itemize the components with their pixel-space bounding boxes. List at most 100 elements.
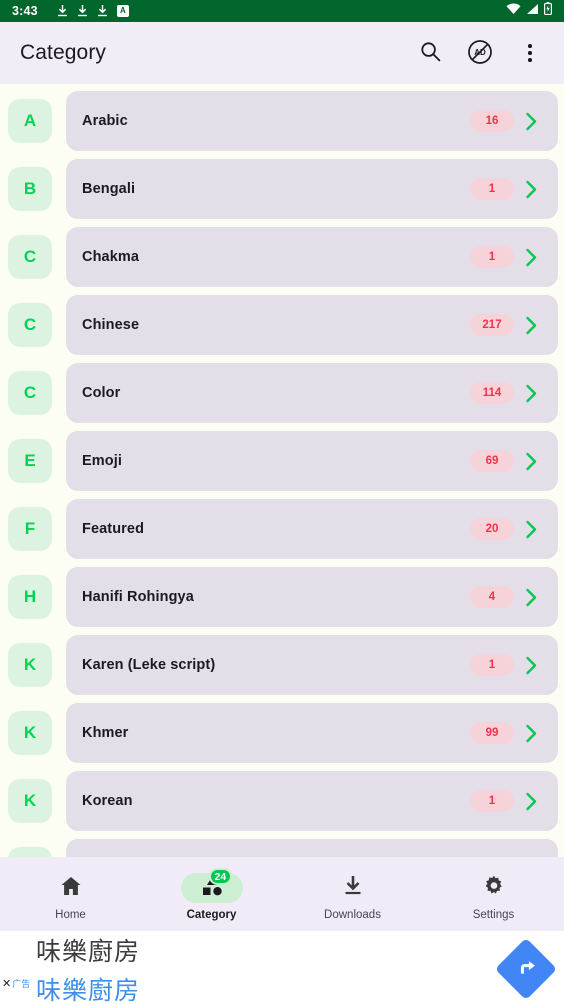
search-button[interactable] (408, 31, 452, 75)
category-row[interactable]: C Chakma 1 (0, 227, 564, 287)
category-name: Bengali (82, 181, 136, 197)
category-count-badge: 1 (470, 654, 514, 676)
nav-item-downloads[interactable]: Downloads (282, 873, 423, 921)
overflow-menu-button[interactable] (508, 31, 552, 75)
category-card[interactable]: Bengali 1 (66, 159, 558, 219)
ad-banner[interactable]: 味樂廚房 味樂廚房 ✕ 广告 (0, 931, 564, 1004)
category-count-badge: 114 (470, 382, 514, 404)
category-row[interactable]: B Bengali 1 (0, 159, 564, 219)
wifi-icon (506, 2, 521, 20)
chevron-right-icon (514, 248, 548, 267)
category-count-badge: 1 (470, 246, 514, 268)
app-badge-icon: A (116, 5, 129, 17)
category-letter-tile: K (8, 711, 52, 755)
category-row[interactable]: C Chinese 217 (0, 295, 564, 355)
download-icon (77, 5, 88, 17)
status-bar: 3:43 A (0, 0, 564, 22)
category-row[interactable]: E Emoji 69 (0, 431, 564, 491)
category-letter-tile: C (8, 235, 52, 279)
category-row[interactable] (0, 839, 564, 857)
overflow-menu-icon (528, 44, 532, 62)
category-count-badge: 16 (470, 110, 514, 132)
category-card[interactable]: Arabic 16 (66, 91, 558, 151)
category-count-badge: 4 (470, 586, 514, 608)
category-letter-tile: H (8, 575, 52, 619)
app-bar: Category AD (0, 22, 564, 84)
status-bar-left: 3:43 A (8, 4, 129, 18)
chevron-right-icon (514, 520, 548, 539)
category-card[interactable]: Color 114 (66, 363, 558, 423)
category-row[interactable]: H Hanifi Rohingya 4 (0, 567, 564, 627)
category-name: Korean (82, 793, 133, 809)
category-list[interactable]: A Arabic 16 B Bengali 1 C Chakma 1 C Chinese 217 C Co… (0, 84, 564, 857)
category-card[interactable]: Chinese 217 (66, 295, 558, 355)
chevron-right-icon (514, 792, 548, 811)
category-card[interactable]: Karen (Leke script) 1 (66, 635, 558, 695)
nav-item-settings[interactable]: Settings (423, 873, 564, 921)
nav-badge: 24 (208, 868, 233, 885)
category-letter-tile: A (8, 99, 52, 143)
category-count-badge: 69 (470, 450, 514, 472)
nav-pill (463, 873, 525, 903)
ad-close-button[interactable]: ✕ 广告 (2, 977, 30, 990)
category-row[interactable]: K Korean 1 (0, 771, 564, 831)
nav-item-home[interactable]: Home (0, 873, 141, 921)
nav-item-category[interactable]: 24 Category (141, 868, 282, 921)
category-name: Arabic (82, 113, 128, 129)
category-count-badge: 217 (470, 314, 514, 336)
chevron-right-icon (514, 452, 548, 471)
chevron-right-icon (514, 112, 548, 131)
category-card[interactable]: Emoji 69 (66, 431, 558, 491)
nav-label: Settings (472, 909, 515, 921)
category-row[interactable]: K Khmer 99 (0, 703, 564, 763)
category-letter-tile: C (8, 303, 52, 347)
category-name: Color (82, 385, 121, 401)
category-card[interactable]: Khmer 99 (66, 703, 558, 763)
category-row[interactable]: F Featured 20 (0, 499, 564, 559)
category-name: Emoji (82, 453, 122, 469)
ad-cta-button[interactable] (494, 937, 558, 1001)
status-time: 3:43 (12, 4, 38, 18)
category-card[interactable] (66, 839, 558, 857)
home-icon (60, 875, 82, 902)
ad-block-button[interactable]: AD (458, 31, 502, 75)
close-icon: ✕ (2, 978, 12, 990)
nav-pill (322, 873, 384, 903)
chevron-right-icon (514, 588, 548, 607)
nav-pill (40, 873, 102, 903)
category-letter-tile: B (8, 167, 52, 211)
ad-subline: 味樂廚房 (36, 977, 141, 1004)
category-letter-tile: K (8, 643, 52, 687)
category-letter-tile: F (8, 507, 52, 551)
category-card[interactable]: Featured 20 (66, 499, 558, 559)
category-row[interactable]: K Karen (Leke script) 1 (0, 635, 564, 695)
category-card[interactable]: Korean 1 (66, 771, 558, 831)
category-count-badge: 20 (470, 518, 514, 540)
category-letter-tile: K (8, 779, 52, 823)
search-icon (420, 41, 441, 65)
category-card[interactable]: Hanifi Rohingya 4 (66, 567, 558, 627)
ad-headline: 味樂廚房 (36, 938, 141, 966)
category-row[interactable]: C Color 114 (0, 363, 564, 423)
category-row[interactable]: A Arabic 16 (0, 91, 564, 151)
download-icon (57, 5, 68, 17)
chevron-right-icon (514, 656, 548, 675)
category-letter-tile: E (8, 439, 52, 483)
chevron-right-icon (514, 180, 548, 199)
category-count-badge: 1 (470, 790, 514, 812)
category-name: Chakma (82, 249, 140, 265)
gear-icon (483, 875, 505, 902)
battery-icon (544, 2, 553, 20)
chevron-right-icon (514, 316, 548, 335)
download-icon (343, 875, 363, 901)
category-count-badge: 1 (470, 178, 514, 200)
page-title: Category (20, 41, 107, 64)
category-card[interactable]: Chakma 1 (66, 227, 558, 287)
turn-right-arrow-icon (509, 952, 544, 987)
category-name: Featured (82, 521, 145, 537)
category-name: Chinese (82, 317, 140, 333)
status-bar-right (506, 2, 556, 20)
category-name: Karen (Leke script) (82, 657, 216, 673)
nav-label: Home (55, 909, 86, 921)
category-letter-tile (8, 847, 52, 857)
